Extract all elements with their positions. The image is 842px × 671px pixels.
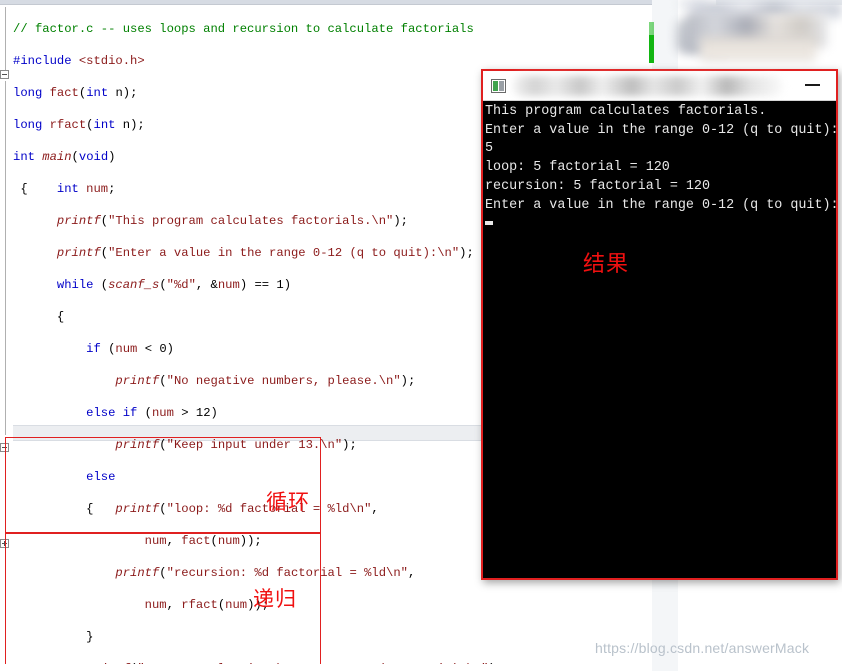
fold-toggle-main-icon[interactable] [0, 70, 9, 79]
fold-toggle-rfact-icon[interactable] [0, 539, 9, 548]
fold-guide-line [5, 454, 6, 532]
code-line: } [13, 630, 94, 644]
fold-guide-line [5, 81, 6, 435]
console-line: recursion: 5 factorial = 120 [485, 178, 710, 194]
code-line: // factor.c -- uses loops and recursion … [13, 22, 474, 36]
console-title-text-redacted [513, 76, 783, 96]
editor-bottom-fill [0, 664, 652, 671]
ide-window: // factor.c -- uses loops and recursion … [0, 0, 842, 671]
console-title-bar[interactable] [483, 71, 836, 101]
annotation-label-recursion: 递归 [253, 587, 297, 611]
console-line: Enter a value in the range 0-12 (q to qu… [485, 122, 836, 138]
redacted-window-fragment [700, 36, 816, 62]
console-line: Enter a value in the range 0-12 (q to qu… [485, 197, 836, 213]
folding-gutter[interactable] [0, 5, 12, 671]
code-line: #include <stdio.h> [13, 54, 145, 68]
change-bar-saved [649, 22, 654, 35]
change-bar-unsaved [649, 35, 654, 63]
annotation-label-loop: 循环 [266, 490, 310, 514]
console-output: This program calculates factorials. Ente… [483, 101, 836, 578]
fold-toggle-fact-icon[interactable] [0, 443, 9, 452]
watermark: https://blog.csdn.net/answerMack [595, 640, 810, 656]
code-line: num, rfact(num)); [144, 598, 270, 612]
fold-guide-line [5, 550, 6, 662]
fold-guide-line [5, 7, 6, 71]
console-window[interactable]: This program calculates factorials. Ente… [481, 69, 838, 580]
console-line: This program calculates factorials. [485, 104, 767, 119]
console-line: 5 [485, 141, 494, 157]
console-cursor [485, 221, 493, 226]
minimize-button[interactable] [805, 84, 820, 86]
annotation-label-result: 结果 [583, 252, 630, 277]
console-line: loop: 5 factorial = 120 [485, 160, 670, 176]
console-app-icon [491, 79, 506, 93]
